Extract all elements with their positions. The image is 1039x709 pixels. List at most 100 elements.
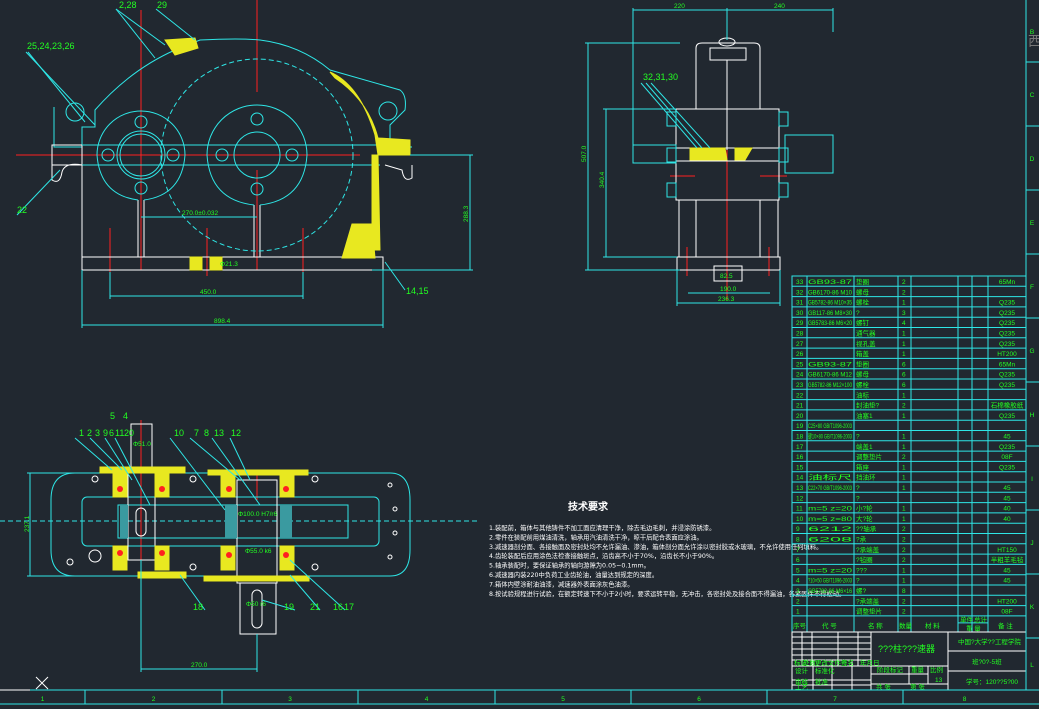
part-remark: Q235	[999, 300, 1015, 307]
part-name: ?	[856, 310, 860, 317]
student-id: 学号：120??5?00	[966, 677, 1018, 686]
grid-row-label: J	[1030, 540, 1033, 547]
parts-row: 4 ?10×50 GB/T1096-2003? 1 45	[792, 578, 1026, 586]
section-gear-hub	[225, 505, 237, 538]
parts-row: 7 ?承端盖 2 HT150	[792, 545, 1026, 555]
part-name: 调整垫片	[856, 452, 882, 461]
grid-row-label: E	[1030, 220, 1035, 227]
parts-row: 12? 45	[792, 495, 1026, 504]
balloon-label: 14,15	[406, 286, 429, 296]
part-name: 端盖1	[856, 442, 873, 451]
balloon-label: 12	[231, 428, 241, 438]
grid-column-label: 6	[697, 696, 701, 703]
grid-column-label: 3	[288, 696, 292, 703]
school-name: 中国?大学??工程学院	[958, 637, 1021, 646]
balloon-label: 16	[333, 602, 343, 612]
part-seq: 4	[796, 578, 800, 585]
part-code: m=5 z=20	[808, 506, 853, 513]
dimension-overall-length: 898.4	[214, 318, 231, 325]
part-name: ?	[856, 434, 860, 441]
part-qty: 1	[902, 578, 906, 585]
part-remark: HT150	[997, 547, 1017, 554]
part-remark: 45	[1003, 578, 1011, 585]
fit-label: Φ51.0	[133, 441, 151, 448]
part-seq: 9	[796, 526, 800, 533]
part-code: GB93-87	[808, 361, 853, 368]
part-seq: 14	[796, 475, 804, 482]
flange-foot	[384, 164, 413, 180]
parts-row: 29 GB5783-86 M6×20 螺钉 4 Q235	[792, 318, 1026, 328]
parts-row: 13 C22×70 GB/T1096-2003? 1 45	[792, 485, 1026, 493]
parts-row: 20 油塞1 1 Q235	[792, 411, 1026, 421]
balloon-label: 11	[115, 428, 124, 438]
part-remark: Q235	[999, 310, 1015, 317]
balloon-label: 6	[109, 428, 114, 438]
part-qty: 1	[902, 516, 906, 523]
part-name: ?	[856, 578, 860, 585]
balloon-label: 7	[194, 428, 199, 438]
cad-drawing-canvas[interactable]: 2,28 29 25,24,23,26 22 14,15 270.0±0.032…	[0, 0, 1039, 709]
part-remark: 40	[1003, 516, 1011, 523]
section-foot	[189, 256, 203, 271]
grid-row-label: L	[1030, 662, 1034, 669]
part-qty: 1	[902, 506, 906, 513]
part-name: ?承端盖	[856, 545, 880, 554]
part-seq: 28	[796, 331, 804, 338]
lifting-lug	[65, 102, 85, 122]
front-view: 2,28 29 25,24,23,26 22 14,15 270.0±0.032…	[16, 0, 473, 328]
section-oil-boss	[341, 223, 376, 259]
part-code: m=5 z=20	[808, 567, 853, 574]
tech-requirement-line: 1.装配前，箱体与其他铸件不加工面应清理干净，除去毛边毛刺，并浸涂防锈漆。	[489, 523, 715, 532]
parts-row: 10 m=5 z=80 大?轮 1 40	[792, 514, 1026, 524]
parts-row: 23 GB5782-86 M12×100 螺栓 6 Q235	[792, 380, 1026, 390]
part-name: 螺?	[856, 586, 867, 595]
grid-row-label: D	[1030, 156, 1035, 163]
part-remark: Q235	[999, 413, 1015, 420]
part-seq: 33	[796, 279, 804, 286]
keyway	[251, 589, 263, 629]
balloon-label: 13	[214, 428, 224, 438]
part-qty: 2	[902, 547, 906, 554]
parts-row: 11 m=5 z=20 小?轮 1 40	[792, 504, 1026, 514]
parts-row: 5 m=5 z=20??? 1 45	[792, 567, 1026, 576]
part-seq: 30	[796, 310, 804, 317]
parts-row: 30 GB117-86 M8×30? 3 Q235	[792, 310, 1026, 318]
parts-header-total: 总计	[974, 615, 988, 624]
part-code: C25×80 GB/T1096-2003	[808, 423, 852, 430]
title-label: 重量	[911, 666, 925, 674]
part-qty: 2	[902, 598, 906, 605]
parts-row: 3 GB5782-86 M6×16 螺? 8	[792, 586, 1026, 596]
dimension-right: 240	[774, 3, 785, 10]
part-code: GB93-87	[808, 279, 853, 286]
part-code: GB117-86 M8×30	[808, 310, 852, 317]
part-remark: HT200	[997, 598, 1017, 605]
balloon-label: 29	[157, 0, 167, 10]
parts-row: 25 GB93-87 垫圈 6 65Mn	[792, 359, 1026, 370]
part-code: GB5782-86 M10×35	[808, 300, 852, 307]
parts-header-material: 材 料	[925, 621, 940, 630]
part-name: 箱座	[856, 462, 870, 471]
part-remark: 石棉橡胶纸	[991, 401, 1024, 410]
part-seq: 25	[796, 361, 804, 368]
dimension-feet: 190.0	[720, 286, 737, 293]
part-seq: 32	[796, 289, 804, 296]
side-view: 220 240 507.0 340.4 190.0 236.3 82.5 32,…	[581, 3, 834, 306]
part-qty: 1	[902, 464, 906, 471]
balloon-label: 20	[124, 428, 134, 438]
part-remark: 40	[1003, 506, 1011, 513]
section-bearing-seats	[99, 466, 310, 582]
title-label: 标准化	[815, 666, 835, 675]
part-qty: 2	[902, 289, 906, 296]
title-label: 设计	[795, 666, 809, 675]
part-seq: 10	[796, 516, 804, 523]
lifting-lug	[378, 101, 398, 121]
dimension-height: 288.3	[463, 205, 470, 222]
parts-row: 1 调整垫片 2 08F	[792, 607, 1026, 617]
bolt-heads	[101, 112, 299, 196]
tech-requirement-line: 5.轴承装配时，要保证轴承的轴向游隙为0.05~0.1mm。	[489, 561, 650, 570]
part-name: ???	[856, 567, 867, 574]
grid-column-label: 7	[833, 696, 837, 703]
part-seq: 2	[796, 598, 800, 605]
parts-row: 16 调整垫片 2 08F	[792, 452, 1026, 462]
grid-column-label: 2	[152, 696, 156, 703]
